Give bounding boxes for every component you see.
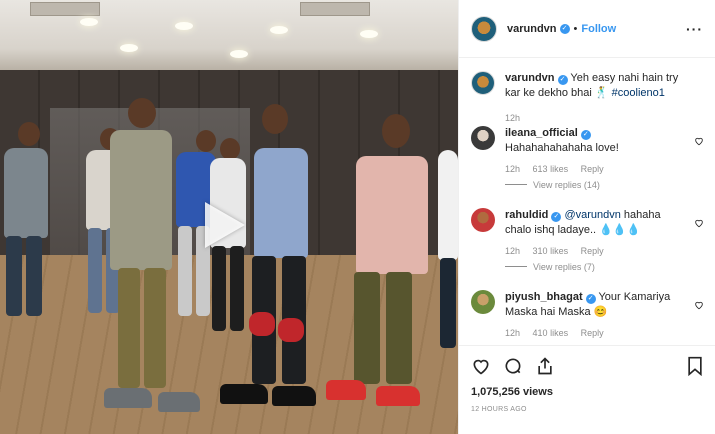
- reply-button[interactable]: Reply: [581, 246, 604, 256]
- share-icon[interactable]: [535, 356, 555, 376]
- avatar[interactable]: [471, 126, 495, 150]
- bookmark-icon[interactable]: [686, 356, 704, 376]
- header-username[interactable]: varundvn: [507, 23, 557, 35]
- verified-icon: ✓: [559, 23, 570, 34]
- reply-button[interactable]: Reply: [581, 328, 604, 338]
- video-player[interactable]: [0, 0, 458, 434]
- verified-icon: ✓: [580, 130, 591, 140]
- reply-button[interactable]: Reply: [581, 164, 604, 174]
- heart-icon[interactable]: [694, 218, 704, 228]
- post-actions: 1,075,256 views 12 HOURS AGO: [459, 345, 715, 434]
- post-sidebar: varundvn ✓ • Follow ··· varundvn ✓ Yeh ea…: [458, 0, 715, 434]
- view-replies-button[interactable]: View replies (7): [505, 262, 686, 272]
- separator-dot: •: [573, 22, 578, 35]
- ceiling: [0, 0, 458, 70]
- view-replies-button[interactable]: View replies (14): [505, 180, 686, 190]
- play-icon[interactable]: [205, 202, 245, 248]
- comment-username[interactable]: piyush_bhagat: [505, 291, 583, 303]
- comment-text: Hahahahahahaha love!: [505, 142, 619, 154]
- ceiling-light: [360, 30, 378, 38]
- caption: varundvn ✓ Yeh easy nahi hain try kar ke …: [471, 71, 704, 126]
- comment-likes[interactable]: 310 likes: [533, 246, 569, 256]
- ceiling-light: [80, 18, 98, 26]
- comment-username[interactable]: rahuldid: [505, 209, 548, 221]
- avatar[interactable]: [471, 15, 497, 42]
- ceiling-light: [175, 22, 193, 30]
- comment-likes[interactable]: 613 likes: [533, 164, 569, 174]
- more-icon[interactable]: ···: [686, 21, 703, 37]
- verified-icon: ✓: [551, 212, 562, 222]
- ceiling-vent: [30, 2, 100, 16]
- verified-icon: ✓: [557, 75, 568, 85]
- list-item: rahuldid ✓ @varundvn hahaha chalo ishq la…: [471, 208, 704, 290]
- comment-age: 12h: [505, 164, 521, 174]
- avatar[interactable]: [471, 290, 495, 314]
- avatar[interactable]: [471, 208, 495, 232]
- ceiling-light: [230, 50, 248, 58]
- heart-icon[interactable]: [694, 300, 704, 310]
- verified-icon: ✓: [585, 294, 596, 304]
- list-item: ileana_official ✓ Hahahahahahaha love! 12…: [471, 126, 704, 208]
- comments-list[interactable]: varundvn ✓ Yeh easy nahi hain try kar ke …: [459, 59, 715, 345]
- caption-username[interactable]: varundvn: [505, 72, 555, 84]
- comment-age: 12h: [505, 246, 521, 256]
- caption-age: 12h: [505, 113, 521, 123]
- avatar[interactable]: [471, 71, 495, 95]
- comment-icon[interactable]: [503, 356, 523, 376]
- ceiling-vent: [300, 2, 370, 16]
- view-count[interactable]: 1,075,256 views: [471, 386, 704, 398]
- comment-likes[interactable]: 410 likes: [533, 328, 569, 338]
- post-timestamp: 12 HOURS AGO: [471, 406, 527, 413]
- comment-age: 12h: [505, 328, 521, 338]
- follow-button[interactable]: Follow: [581, 23, 616, 35]
- comment-username[interactable]: ileana_official: [505, 127, 578, 139]
- ceiling-light: [120, 44, 138, 52]
- post-header: varundvn ✓ • Follow ···: [459, 0, 715, 58]
- heart-icon[interactable]: [694, 136, 704, 146]
- list-item: piyush_bhagat ✓ Your Kamariya Maska hai M…: [471, 290, 704, 345]
- ceiling-light: [270, 26, 288, 34]
- instagram-post: varundvn ✓ • Follow ··· varundvn ✓ Yeh ea…: [0, 0, 715, 434]
- hashtag-link[interactable]: #coolieno1: [612, 87, 665, 99]
- mention-link[interactable]: @varundvn: [564, 209, 620, 221]
- heart-icon[interactable]: [471, 356, 491, 376]
